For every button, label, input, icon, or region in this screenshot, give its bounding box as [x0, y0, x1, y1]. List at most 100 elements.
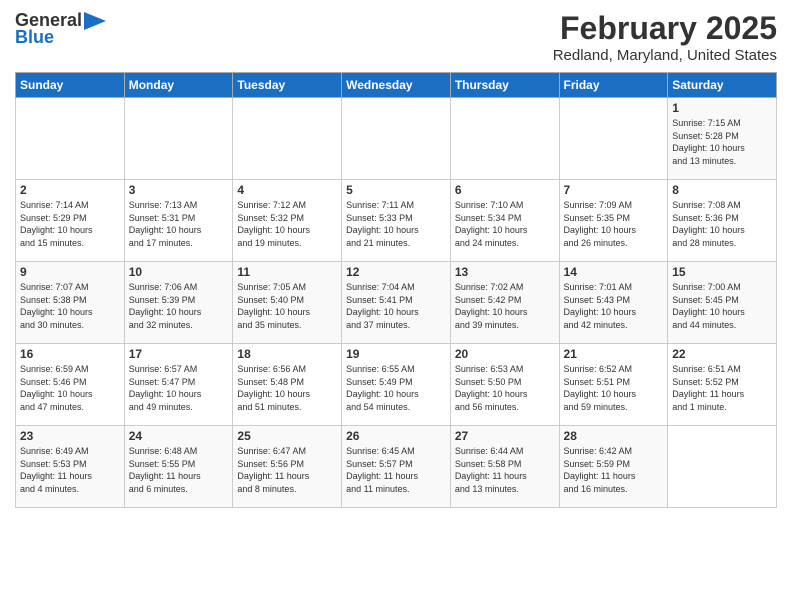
day-number: 13: [455, 265, 555, 279]
weekday-header-cell: Friday: [559, 73, 668, 98]
calendar-day-cell: 8 Sunrise: 7:08 AM Sunset: 5:36 PM Daylig…: [668, 180, 777, 262]
day-detail: Sunrise: 6:59 AM Sunset: 5:46 PM Dayligh…: [20, 363, 120, 413]
calendar-day-cell: 12 Sunrise: 7:04 AM Sunset: 5:41 PM Dayli…: [342, 262, 451, 344]
calendar-day-cell: 10 Sunrise: 7:06 AM Sunset: 5:39 PM Dayli…: [124, 262, 233, 344]
calendar-table: SundayMondayTuesdayWednesdayThursdayFrid…: [15, 72, 777, 508]
day-number: 12: [346, 265, 446, 279]
day-number: 18: [237, 347, 337, 361]
day-detail: Sunrise: 6:53 AM Sunset: 5:50 PM Dayligh…: [455, 363, 555, 413]
day-number: 26: [346, 429, 446, 443]
day-number: 3: [129, 183, 229, 197]
calendar-day-cell: 17Sunrise: 6:57 AM Sunset: 5:47 PM Dayli…: [124, 344, 233, 426]
day-detail: Sunrise: 6:44 AM Sunset: 5:58 PM Dayligh…: [455, 445, 555, 495]
calendar-day-cell: 11 Sunrise: 7:05 AM Sunset: 5:40 PM Dayli…: [233, 262, 342, 344]
calendar-week-row: 2 Sunrise: 7:14 AM Sunset: 5:29 PM Daylig…: [16, 180, 777, 262]
weekday-header-cell: Sunday: [16, 73, 125, 98]
day-number: 28: [564, 429, 664, 443]
logo-blue-text: Blue: [15, 27, 54, 48]
calendar-day-cell: 20 Sunrise: 6:53 AM Sunset: 5:50 PM Dayli…: [450, 344, 559, 426]
day-number: 20: [455, 347, 555, 361]
day-number: 19: [346, 347, 446, 361]
calendar-day-cell: 18Sunrise: 6:56 AM Sunset: 5:48 PM Dayli…: [233, 344, 342, 426]
day-number: 27: [455, 429, 555, 443]
calendar-day-cell: [124, 98, 233, 180]
calendar-day-cell: [450, 98, 559, 180]
day-number: 23: [20, 429, 120, 443]
weekday-header-cell: Saturday: [668, 73, 777, 98]
calendar-day-cell: 15Sunrise: 7:00 AM Sunset: 5:45 PM Dayli…: [668, 262, 777, 344]
day-detail: Sunrise: 7:00 AM Sunset: 5:45 PM Dayligh…: [672, 281, 772, 331]
calendar-day-cell: 14 Sunrise: 7:01 AM Sunset: 5:43 PM Dayli…: [559, 262, 668, 344]
calendar-day-cell: 24 Sunrise: 6:48 AM Sunset: 5:55 PM Dayli…: [124, 426, 233, 508]
day-detail: Sunrise: 7:06 AM Sunset: 5:39 PM Dayligh…: [129, 281, 229, 331]
weekday-header-cell: Thursday: [450, 73, 559, 98]
logo: General Blue: [15, 10, 106, 48]
day-detail: Sunrise: 6:51 AM Sunset: 5:52 PM Dayligh…: [672, 363, 772, 413]
day-number: 2: [20, 183, 120, 197]
day-number: 11: [237, 265, 337, 279]
title-area: February 2025 Redland, Maryland, United …: [553, 10, 777, 64]
day-detail: Sunrise: 7:01 AM Sunset: 5:43 PM Dayligh…: [564, 281, 664, 331]
day-number: 25: [237, 429, 337, 443]
calendar-day-cell: 13 Sunrise: 7:02 AM Sunset: 5:42 PM Dayli…: [450, 262, 559, 344]
day-number: 24: [129, 429, 229, 443]
day-detail: Sunrise: 6:48 AM Sunset: 5:55 PM Dayligh…: [129, 445, 229, 495]
calendar-day-cell: 25 Sunrise: 6:47 AM Sunset: 5:56 PM Dayli…: [233, 426, 342, 508]
day-detail: Sunrise: 7:09 AM Sunset: 5:35 PM Dayligh…: [564, 199, 664, 249]
day-number: 10: [129, 265, 229, 279]
calendar-day-cell: 9 Sunrise: 7:07 AM Sunset: 5:38 PM Daylig…: [16, 262, 125, 344]
calendar-day-cell: 22Sunrise: 6:51 AM Sunset: 5:52 PM Dayli…: [668, 344, 777, 426]
day-number: 1: [672, 101, 772, 115]
weekday-header-cell: Monday: [124, 73, 233, 98]
day-detail: Sunrise: 7:12 AM Sunset: 5:32 PM Dayligh…: [237, 199, 337, 249]
calendar-week-row: 9 Sunrise: 7:07 AM Sunset: 5:38 PM Daylig…: [16, 262, 777, 344]
calendar-day-cell: 7 Sunrise: 7:09 AM Sunset: 5:35 PM Daylig…: [559, 180, 668, 262]
calendar-day-cell: 6 Sunrise: 7:10 AM Sunset: 5:34 PM Daylig…: [450, 180, 559, 262]
calendar-day-cell: 2 Sunrise: 7:14 AM Sunset: 5:29 PM Daylig…: [16, 180, 125, 262]
day-detail: Sunrise: 6:55 AM Sunset: 5:49 PM Dayligh…: [346, 363, 446, 413]
day-detail: Sunrise: 7:11 AM Sunset: 5:33 PM Dayligh…: [346, 199, 446, 249]
day-detail: Sunrise: 6:42 AM Sunset: 5:59 PM Dayligh…: [564, 445, 664, 495]
day-detail: Sunrise: 7:10 AM Sunset: 5:34 PM Dayligh…: [455, 199, 555, 249]
month-title: February 2025: [553, 10, 777, 47]
day-number: 7: [564, 183, 664, 197]
day-detail: Sunrise: 7:08 AM Sunset: 5:36 PM Dayligh…: [672, 199, 772, 249]
day-detail: Sunrise: 7:15 AM Sunset: 5:28 PM Dayligh…: [672, 117, 772, 167]
day-detail: Sunrise: 7:13 AM Sunset: 5:31 PM Dayligh…: [129, 199, 229, 249]
day-number: 9: [20, 265, 120, 279]
day-detail: Sunrise: 6:47 AM Sunset: 5:56 PM Dayligh…: [237, 445, 337, 495]
day-detail: Sunrise: 7:04 AM Sunset: 5:41 PM Dayligh…: [346, 281, 446, 331]
day-detail: Sunrise: 6:52 AM Sunset: 5:51 PM Dayligh…: [564, 363, 664, 413]
calendar-day-cell: 26Sunrise: 6:45 AM Sunset: 5:57 PM Dayli…: [342, 426, 451, 508]
page-container: General Blue February 2025 Redland, Mary…: [0, 0, 792, 513]
calendar-day-cell: 27 Sunrise: 6:44 AM Sunset: 5:58 PM Dayli…: [450, 426, 559, 508]
day-number: 8: [672, 183, 772, 197]
day-number: 6: [455, 183, 555, 197]
calendar-week-row: 23 Sunrise: 6:49 AM Sunset: 5:53 PM Dayli…: [16, 426, 777, 508]
calendar-day-cell: 21 Sunrise: 6:52 AM Sunset: 5:51 PM Dayli…: [559, 344, 668, 426]
calendar-day-cell: 19 Sunrise: 6:55 AM Sunset: 5:49 PM Dayli…: [342, 344, 451, 426]
day-detail: Sunrise: 6:49 AM Sunset: 5:53 PM Dayligh…: [20, 445, 120, 495]
calendar-day-cell: [16, 98, 125, 180]
day-number: 16: [20, 347, 120, 361]
calendar-day-cell: 23 Sunrise: 6:49 AM Sunset: 5:53 PM Dayli…: [16, 426, 125, 508]
day-detail: Sunrise: 7:14 AM Sunset: 5:29 PM Dayligh…: [20, 199, 120, 249]
calendar-week-row: 16 Sunrise: 6:59 AM Sunset: 5:46 PM Dayli…: [16, 344, 777, 426]
day-detail: Sunrise: 7:05 AM Sunset: 5:40 PM Dayligh…: [237, 281, 337, 331]
day-detail: Sunrise: 7:07 AM Sunset: 5:38 PM Dayligh…: [20, 281, 120, 331]
day-number: 14: [564, 265, 664, 279]
calendar-body: 1 Sunrise: 7:15 AM Sunset: 5:28 PM Daylig…: [16, 98, 777, 508]
calendar-week-row: 1 Sunrise: 7:15 AM Sunset: 5:28 PM Daylig…: [16, 98, 777, 180]
day-number: 21: [564, 347, 664, 361]
calendar-day-cell: 4Sunrise: 7:12 AM Sunset: 5:32 PM Daylig…: [233, 180, 342, 262]
calendar-day-cell: 1 Sunrise: 7:15 AM Sunset: 5:28 PM Daylig…: [668, 98, 777, 180]
header: General Blue February 2025 Redland, Mary…: [15, 10, 777, 64]
weekday-header-cell: Tuesday: [233, 73, 342, 98]
calendar-day-cell: [559, 98, 668, 180]
calendar-day-cell: 3 Sunrise: 7:13 AM Sunset: 5:31 PM Daylig…: [124, 180, 233, 262]
day-detail: Sunrise: 6:57 AM Sunset: 5:47 PM Dayligh…: [129, 363, 229, 413]
logo-icon: [84, 12, 106, 30]
calendar-header-row: SundayMondayTuesdayWednesdayThursdayFrid…: [16, 73, 777, 98]
day-detail: Sunrise: 7:02 AM Sunset: 5:42 PM Dayligh…: [455, 281, 555, 331]
calendar-day-cell: [342, 98, 451, 180]
